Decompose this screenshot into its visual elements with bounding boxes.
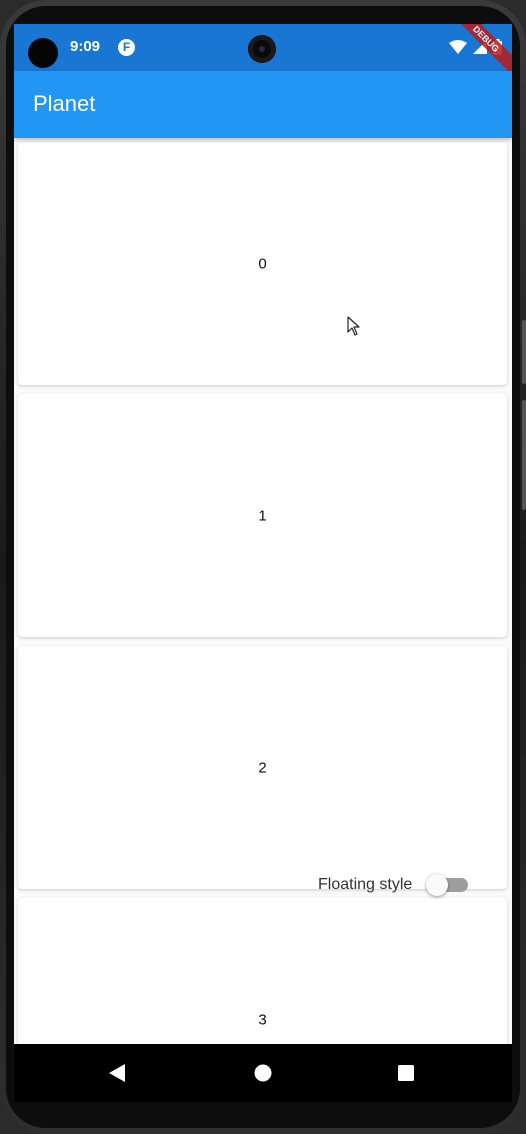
- list-card-3[interactable]: 3: [18, 898, 507, 1044]
- floating-style-label: Floating style: [318, 876, 413, 893]
- planet-list[interactable]: 0 1 2 3: [14, 138, 512, 1044]
- list-card-1[interactable]: 1: [18, 394, 507, 637]
- system-nav-bar: [14, 1044, 512, 1102]
- app-notification-icon: F: [118, 39, 135, 56]
- status-time: 9:09: [70, 38, 101, 55]
- status-bar: 9:09 F DEBUG: [14, 24, 512, 78]
- wifi-icon: [449, 40, 467, 54]
- power-button: [522, 400, 526, 510]
- device-frame: 9:09 F DEBUG Planet 0 1 2 3 Floating sty…: [0, 0, 526, 1134]
- camera-icon: [248, 35, 276, 63]
- card-label: 2: [258, 759, 267, 776]
- mouse-cursor-icon: [347, 316, 360, 336]
- home-icon[interactable]: [254, 1063, 272, 1083]
- card-label: 3: [258, 1011, 267, 1028]
- volume-button: [522, 320, 526, 384]
- back-icon[interactable]: [108, 1063, 126, 1083]
- floating-style-switch[interactable]: [426, 873, 472, 897]
- app-bar: Planet: [14, 71, 512, 138]
- card-label: 0: [258, 255, 267, 272]
- list-card-2[interactable]: 2: [18, 646, 507, 889]
- app-bar-title: Planet: [33, 91, 96, 116]
- recents-icon[interactable]: [397, 1063, 415, 1083]
- switch-thumb[interactable]: [426, 874, 449, 896]
- card-label: 1: [258, 507, 267, 524]
- list-card-0[interactable]: 0: [18, 142, 507, 385]
- front-sensor: [28, 38, 58, 68]
- screen: 9:09 F DEBUG Planet 0 1 2 3 Floating sty…: [14, 24, 512, 1044]
- floating-style-control: Floating style: [318, 873, 472, 897]
